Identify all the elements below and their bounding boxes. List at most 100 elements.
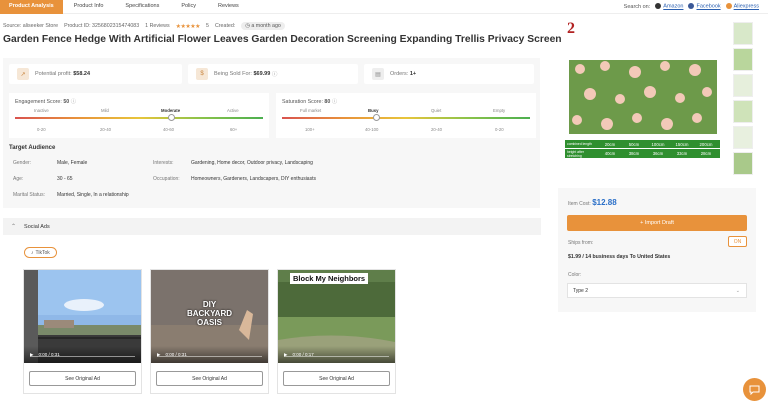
size-row-label: combined length [567,142,592,146]
tab-product-info[interactable]: Product Info [63,0,115,14]
engagement-level-0: Inactive [34,108,49,113]
engagement-level-1: Mild [101,108,109,113]
social-ads-header[interactable]: ⌃ Social Ads [3,218,541,235]
see-original-ad-button[interactable]: See Original Ad [29,371,136,386]
thumbnail[interactable] [733,48,753,71]
shipping-destination: To United States [629,254,671,260]
saturation-knob [372,114,380,121]
chat-icon [749,385,760,395]
engagement-range-0: 0-20 [37,127,46,132]
ad-video-3[interactable]: Block My Neighbors ▶ 0:00 / 0:17 [278,270,395,363]
product-meta: Source: aliseeker Store Product ID: 3256… [3,22,285,30]
video-progress[interactable] [284,356,389,357]
created-label: Created: [214,23,236,29]
size-row-length: combined length 20cm 50cm 100cm 150cm 20… [565,140,720,149]
engagement-bar [15,117,263,119]
video-progress[interactable] [30,356,135,357]
saturation-score-value: 80 [324,99,331,105]
gender-value: Male, Female [57,160,88,166]
engagement-range-1: 20-40 [100,127,111,132]
page-title: Garden Fence Hedge With Artificial Flowe… [3,34,562,45]
potential-profit-card: ↗ Potential profit: $58.24 [9,64,182,84]
image-number: 2 [567,20,575,37]
engagement-title-label: Engagement Score: [15,99,62,105]
social-ads-title: Social Ads [24,223,50,230]
source-text: Source: aliseeker Store [3,23,59,29]
thumbnail[interactable] [733,22,753,45]
orders-label: Orders: [390,71,409,77]
color-label: Color: [568,272,582,278]
item-cost-label: Item Cost: [568,201,591,207]
thumbnail[interactable] [733,100,753,123]
chart-icon: ↗ [17,68,29,80]
occupation-label: Occupation: [153,176,180,182]
video-overlay-text: DIY BACKYARD OASIS [186,300,233,327]
purchase-panel: Item Cost: $12.88 + Import Draft Ships f… [558,188,756,312]
info-icon: ⓘ [271,72,278,78]
orders-value: 1+ [409,71,417,77]
tiktok-filter-chip[interactable]: ♪ TikTok [24,247,57,258]
ad-video-2[interactable]: DIY BACKYARD OASIS ▶ 0:00 / 0:31 [151,270,268,363]
shipping-info: $1.99 / 14 business days To United State… [568,254,670,260]
marital-value: Married, Single, In a relationship [57,192,129,198]
age-label: Age: [13,176,24,182]
ship-toggle-on[interactable]: ON [728,236,747,247]
size-table: combined length 20cm 50cm 100cm 150cm 20… [565,140,720,158]
thumbnail[interactable] [733,152,753,175]
saturation-score-card: Saturation Score: 80 ⓘ Full market Busy … [276,93,536,138]
color-value: Type 2 [573,287,589,294]
aliexpress-link[interactable]: Aliexpress [734,4,759,10]
rating-value: 5 [206,23,209,29]
search-on: Search on: Amazon Facebook Aliexpress [624,1,759,12]
size-cell: 38cm [628,151,640,156]
saturation-level-3: Empty [493,108,506,113]
video-overlay-text: Block My Neighbors [290,273,369,284]
video-controls: ▶ 0:00 / 0:31 [24,346,141,363]
price-tag-icon: $ [196,68,208,80]
search-on-label: Search on: [623,3,651,10]
tab-specifications[interactable]: Specifications [114,0,170,14]
video-progress[interactable] [157,356,262,357]
video-controls: ▶ 0:00 / 0:31 [151,346,268,363]
import-draft-label: Import Draft [644,220,674,226]
being-sold-label: Being Sold For: [214,71,252,77]
tab-product-analysis[interactable]: Product Analysis [0,0,63,14]
hedge-photo [565,54,720,140]
ad-card-1: ▶ 0:00 / 0:31 See Original Ad [23,269,142,394]
see-original-ad-button[interactable]: See Original Ad [156,371,263,386]
see-original-ad-button[interactable]: See Original Ad [283,371,390,386]
info-icon: ⓘ [70,99,77,105]
occupation-value: Homeowners, Gardeners, Landscapers, DIY … [191,176,316,182]
product-image[interactable]: combined length 20cm 50cm 100cm 150cm 20… [565,54,720,160]
import-draft-button[interactable]: + Import Draft [567,215,747,231]
saturation-level-0: Full market [300,108,322,113]
saturation-range-2: 20-40 [431,127,442,132]
engagement-level-3: Active [227,108,239,113]
chat-button[interactable] [743,378,766,401]
engagement-score-card: Engagement Score: 50 ⓘ Inactive Mild Mod… [9,93,269,138]
saturation-level-2: Quiet [431,108,442,113]
engagement-title: Engagement Score: 50 ⓘ [15,97,76,105]
ad-video-1[interactable]: ▶ 0:00 / 0:31 [24,270,141,363]
tab-policy[interactable]: Policy [170,0,207,14]
saturation-range-3: 0-20 [495,127,504,132]
size-cell: 50cm [628,141,640,147]
ships-from-label: Ships from: [568,240,594,246]
target-audience-title: Target Audience [9,145,56,151]
gender-label: Gender: [13,160,32,166]
saturation-level-1: Busy [368,108,379,113]
tab-reviews[interactable]: Reviews [207,0,250,14]
facebook-link[interactable]: Facebook [696,4,720,10]
saturation-title-label: Saturation Score: [282,99,323,105]
item-cost: Item Cost: $12.88 [568,198,617,207]
created-value: a month ago [251,23,281,29]
amazon-link[interactable]: Amazon [663,4,683,10]
product-id: Product ID: 3256802315474083 [64,23,140,29]
engagement-score-value: 50 [63,99,70,105]
color-select[interactable]: Type 2 ⌄ [567,283,747,298]
size-cell: 100cm [651,141,665,147]
being-sold-value: $69.99 [253,71,271,77]
created-badge: ◷ a month ago [241,22,285,30]
thumbnail[interactable] [733,74,753,97]
thumbnail[interactable] [733,126,753,149]
